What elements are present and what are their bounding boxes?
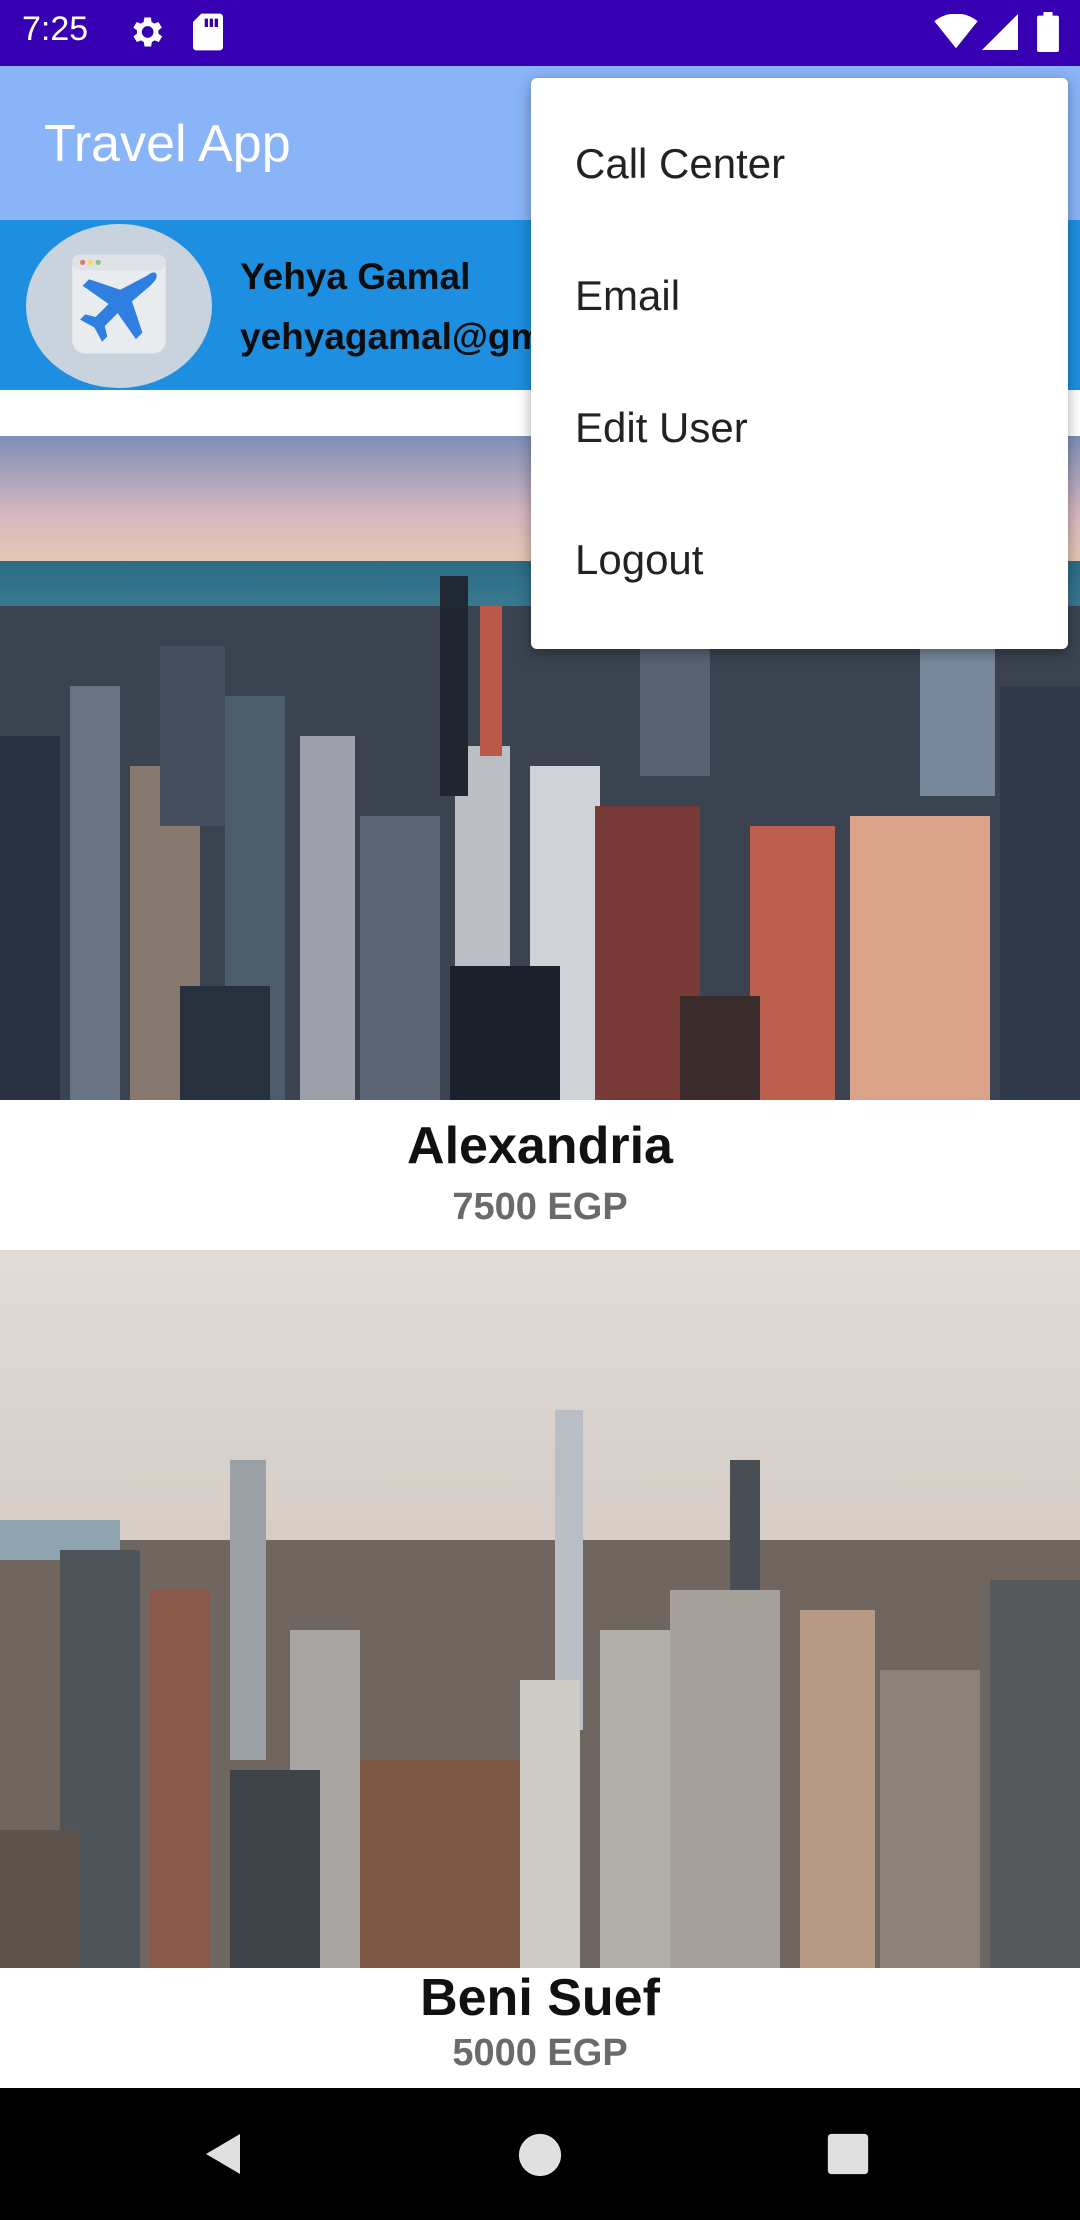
destination-price: 7500 EGP [452,1186,628,1228]
gear-icon [126,12,166,56]
menu-item-edit-user[interactable]: Edit User [531,362,1068,494]
destination-image [0,1250,1080,1968]
menu-item-call-center[interactable]: Call Center [531,98,1068,230]
status-time: 7:25 [22,10,89,48]
destination-name: Alexandria [407,1117,673,1175]
destination-card[interactable]: Beni Suef 5000 EGP [0,1250,1080,2090]
destination-name: Beni Suef [420,1969,660,2027]
wifi-icon [934,13,978,54]
menu-item-logout[interactable]: Logout [531,494,1068,626]
destination-price: 5000 EGP [452,2032,628,2074]
back-icon[interactable] [200,2130,248,2182]
app-title: Travel App [44,115,291,173]
battery-icon [1036,12,1060,56]
recents-icon[interactable] [826,2132,870,2180]
user-name: Yehya Gamal [240,256,471,297]
overflow-menu: Call Center Email Edit User Logout [531,78,1068,649]
menu-item-email[interactable]: Email [531,230,1068,362]
avatar[interactable] [26,224,212,388]
cell-signal-icon [982,14,1018,54]
navigation-bar [0,2088,1080,2220]
airplane-icon [54,239,184,373]
status-bar: 7:25 [0,0,1080,66]
sd-card-icon [190,12,226,56]
home-icon[interactable] [517,2132,563,2182]
user-email: yehyagamal@gm [240,316,544,357]
